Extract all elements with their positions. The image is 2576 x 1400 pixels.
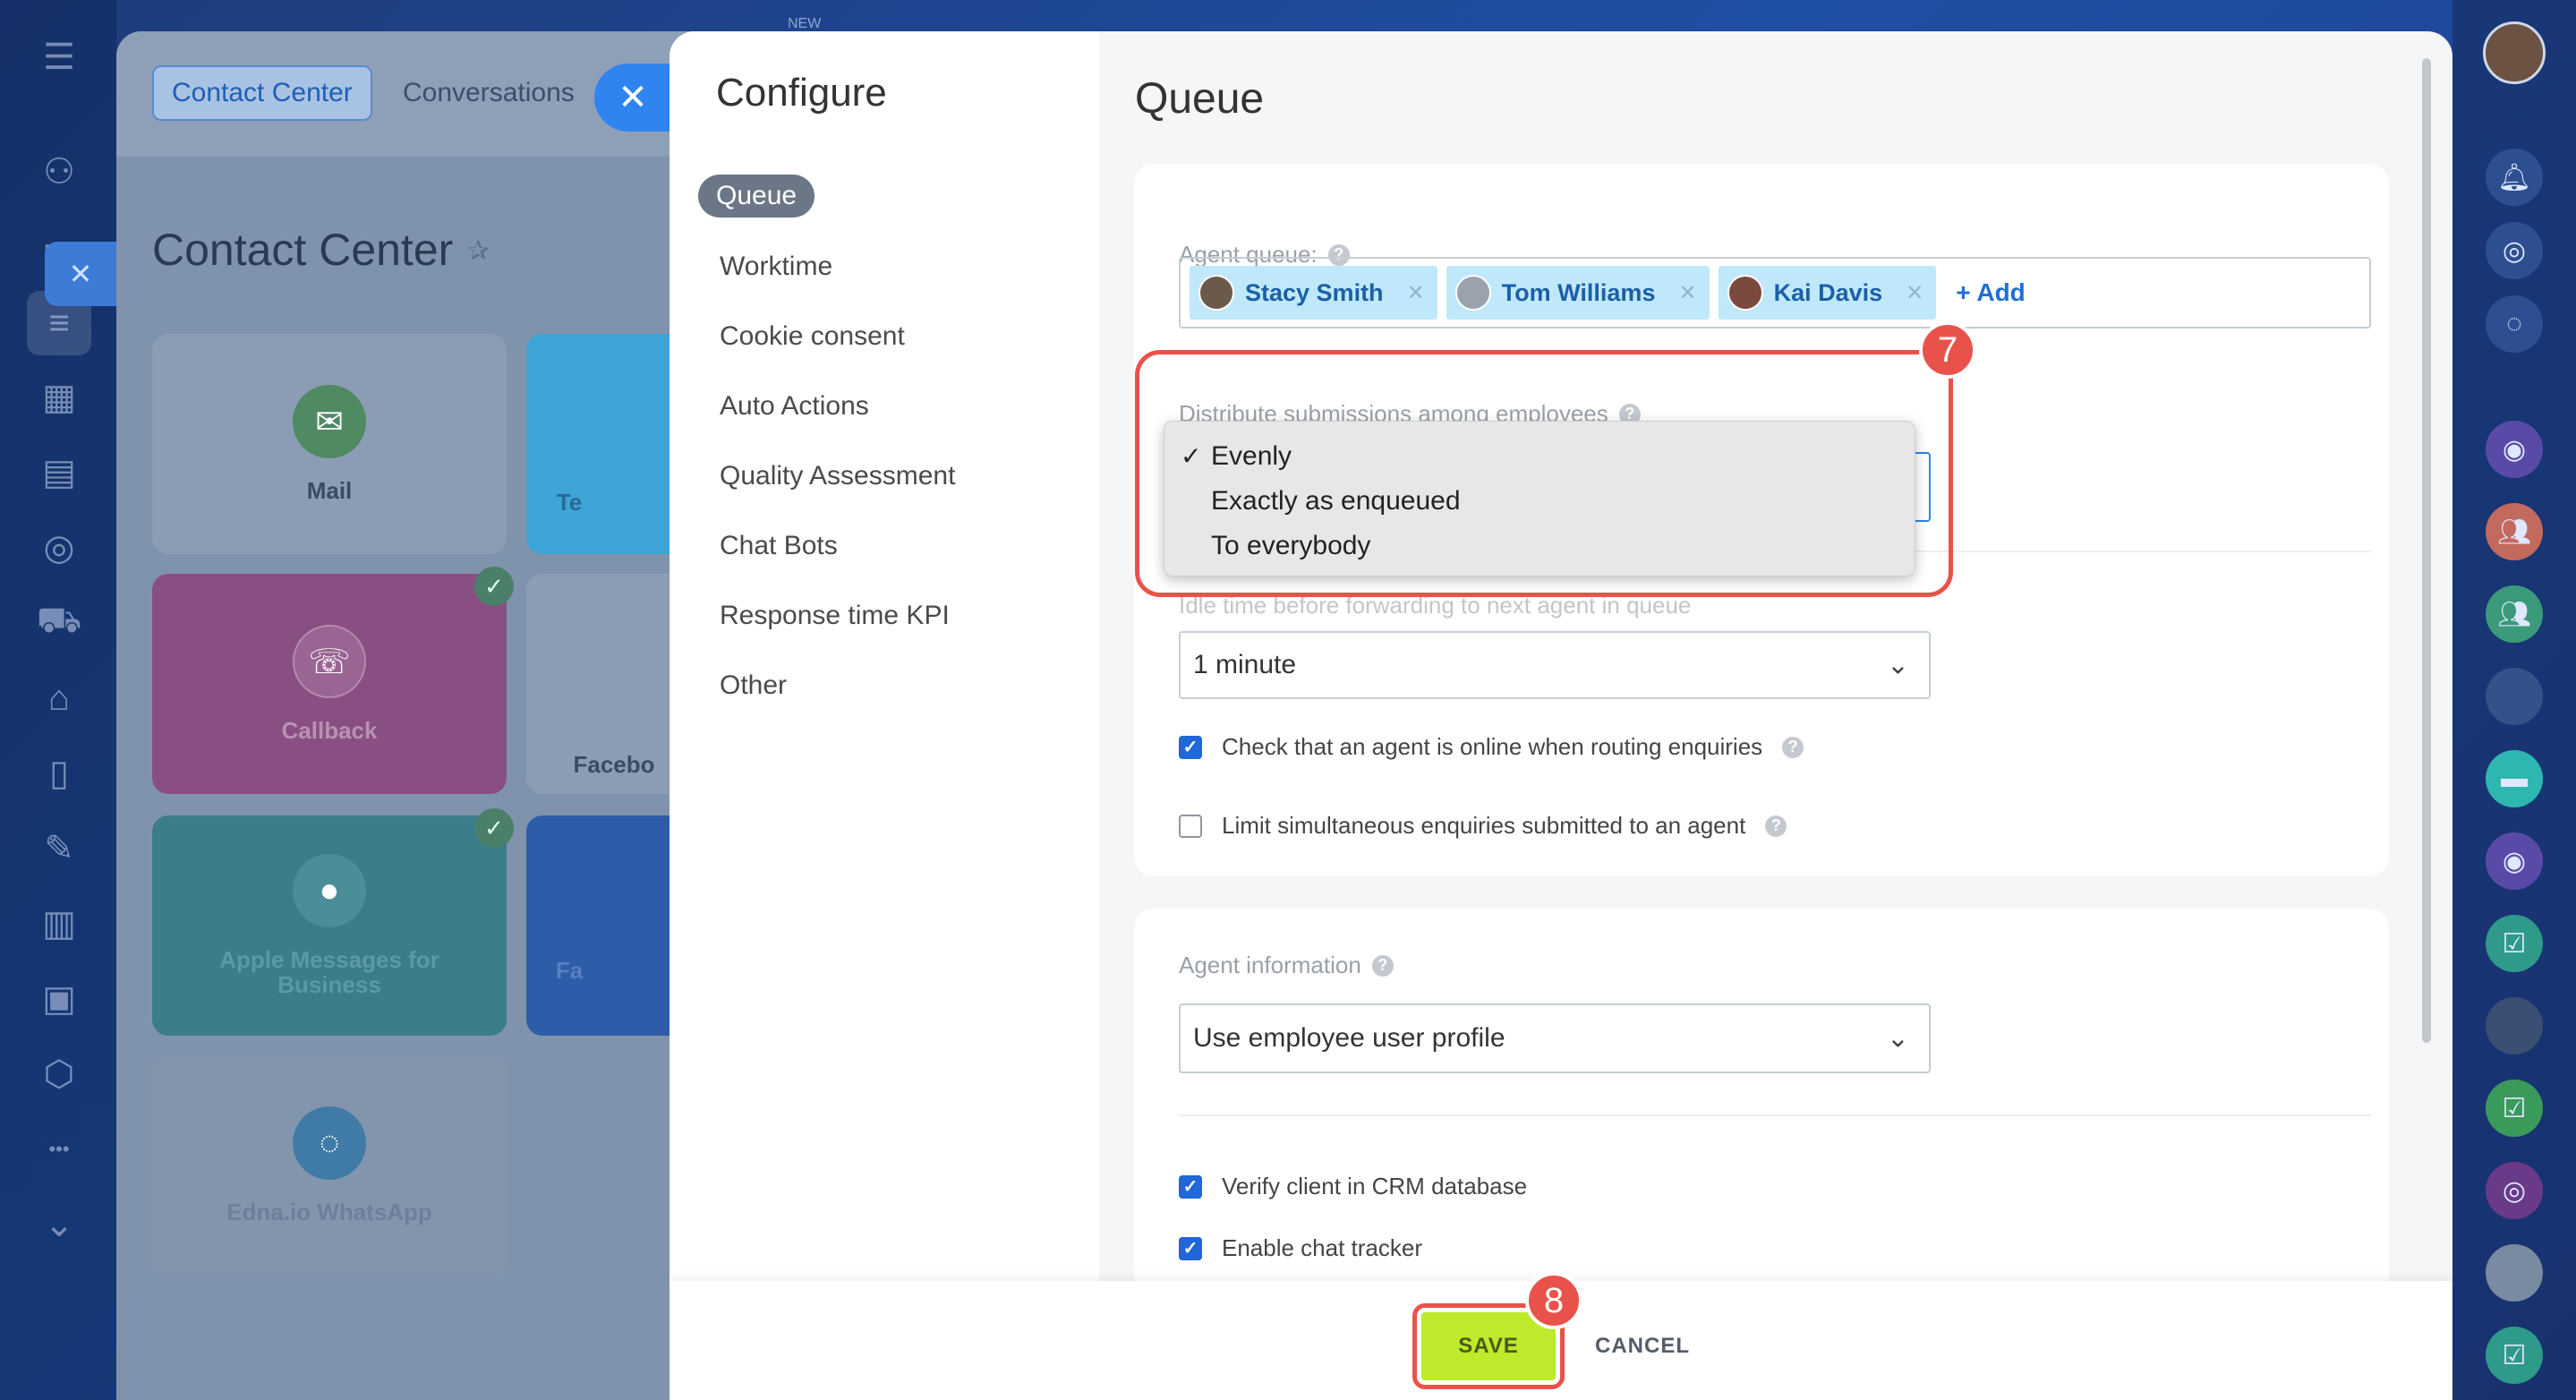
verify-client-row[interactable]: ✓ Verify client in CRM database [1179,1173,1527,1200]
analytics-icon[interactable]: ▥ [34,899,84,949]
remove-icon[interactable]: ✕ [1906,280,1923,306]
chevron-down-icon[interactable]: ⌄ [34,1199,84,1250]
menu-item-queue[interactable]: Queue [698,175,815,218]
agent-chip[interactable]: Tom Williams ✕ [1446,266,1710,320]
support-icon[interactable]: ◎ [2486,1162,2543,1219]
menu-icon[interactable]: ☰ [34,32,84,82]
connected-check-icon: ✓ [474,808,514,848]
agent-info-label: Agent information? [1179,952,1394,979]
remove-icon[interactable]: ✕ [1678,280,1696,306]
search-chat-icon[interactable]: ◌ [2486,295,2543,353]
copilot-icon[interactable]: ◎ [2486,222,2543,279]
scrollbar[interactable] [2422,58,2431,1043]
avatar [1454,275,1491,311]
agent-chip[interactable]: Kai Davis ✕ [1718,266,1937,320]
close-slider-button[interactable]: ✕ [594,64,671,132]
openline-icon[interactable]: ◉ [2486,832,2543,890]
menu-item-chat-bots[interactable]: Chat Bots [720,523,838,569]
cart-icon[interactable]: ⛟ [34,598,84,648]
avatar [1198,275,1234,311]
verify-client-checkbox[interactable]: ✓ [1179,1174,1202,1199]
bot-avatar[interactable] [2486,1244,2543,1302]
page-title: Contact Center [152,225,454,275]
configure-title: Configure [716,71,887,115]
new-badge: NEW [788,16,822,31]
left-nav: ☰ ⚇ ▭ ≡ ▦ ▤ ◎ ⛟ ⌂ ▯ ✎ ▥ ▣ ⬡ ••• ⌄ [0,0,116,1400]
close-icon[interactable]: ✕ [45,242,116,306]
bell-icon[interactable]: 🔔︎ [2486,149,2543,206]
configure-slider: Configure Queue Worktime Cookie consent … [670,31,2452,1400]
chat-tracker-row[interactable]: ✓ Enable chat tracker [1179,1234,1422,1262]
user-avatar[interactable] [2486,997,2543,1054]
task-icon[interactable]: ☑ [2486,1080,2543,1137]
task-icon[interactable]: ☑ [2486,1327,2543,1384]
group-chat-icon[interactable]: 👥︎ [2486,585,2543,643]
limit-enquiries-checkbox[interactable] [1179,814,1202,838]
edna-icon: ◌ [293,1106,366,1180]
agent-queue-field[interactable]: Stacy Smith ✕ Tom Williams ✕ Kai Davis ✕ + … [1179,257,2371,329]
user-avatar[interactable] [2483,21,2546,84]
avatar [1727,275,1763,311]
menu-item-cookie-consent[interactable]: Cookie consent [720,313,905,360]
menu-item-quality-assessment[interactable]: Quality Assessment [720,453,955,499]
cancel-button[interactable]: CANCEL [1584,1312,1701,1380]
help-icon[interactable]: ? [1371,954,1394,977]
target-icon[interactable]: ◎ [34,523,84,573]
agent-chip[interactable]: Stacy Smith ✕ [1190,266,1437,320]
right-bar: 🔔︎ ◎ ◌ ◉ 👥︎ 👥︎ ▬ ◉ ☑ ☑ ◎ ☑ [2452,0,2576,1400]
signature-icon[interactable]: ✎ [34,824,84,874]
mail-icon: ✉ [293,385,366,458]
chat-tracker-checkbox[interactable]: ✓ [1179,1236,1202,1260]
openline-icon[interactable]: ◉ [2486,421,2543,478]
storage-icon[interactable]: ▤ [34,448,84,498]
check-online-checkbox[interactable]: ✓ [1179,735,1202,759]
tile-callback[interactable]: ✓ ☏ Callback [152,567,514,794]
queue-title: Queue [1135,75,1265,123]
limit-enquiries-row[interactable]: Limit simultaneous enquiries submitted t… [1179,812,1787,840]
network-icon[interactable]: ⚇ [34,147,84,197]
remove-icon[interactable]: ✕ [1407,280,1425,306]
help-icon[interactable]: ? [1765,815,1787,837]
message-icon: ● [293,854,366,927]
add-agent-link[interactable]: + Add [1956,278,2026,307]
footer-bar: SAVE 8 CANCEL [670,1272,2452,1400]
menu-item-worktime[interactable]: Worktime [720,243,832,290]
menu-item-auto-actions[interactable]: Auto Actions [720,383,869,430]
check-online-row[interactable]: ✓ Check that an agent is online when rou… [1179,733,1804,761]
chevron-down-icon: ⌄ [1886,650,1909,680]
annotation-badge: 8 [1525,1272,1582,1329]
chevron-down-icon: ⌄ [1886,1023,1909,1054]
more-icon[interactable]: ••• [34,1124,84,1174]
robot-icon[interactable]: ⌂ [34,673,84,723]
annotation-highlight [1135,350,1953,597]
idle-time-select[interactable]: 1 minute ⌄ [1179,631,1931,699]
document-icon[interactable]: ▯ [34,748,84,798]
message-icon[interactable]: ▬ [2486,750,2543,807]
tile-mail[interactable]: ✉ Mail [152,334,507,554]
invoice-icon[interactable]: ▣ [34,974,84,1024]
pin-icon[interactable]: ✰ [467,235,490,267]
help-icon[interactable]: ? [1782,736,1804,758]
tile-apple-messages[interactable]: ✓ ● Apple Messages for Business [152,808,514,1036]
close-icon: ✕ [618,78,648,117]
configure-sidebar: Configure Queue Worktime Cookie consent … [670,31,1099,1400]
phone-icon: ☏ [293,625,366,698]
agent-info-card: Agent information? Use employee user pro… [1134,909,2389,1311]
tab-conversations[interactable]: Conversations [385,65,593,121]
menu-item-other[interactable]: Other [720,662,787,709]
tab-contact-center[interactable]: Contact Center [152,65,372,121]
menu-item-response-time-kpi[interactable]: Response time KPI [720,593,950,639]
group-chat-icon[interactable]: 👥︎ [2486,503,2543,560]
task-icon[interactable]: ☑ [2486,915,2543,972]
user-avatar[interactable] [2486,668,2543,725]
agent-info-select[interactable]: Use employee user profile ⌄ [1179,1003,1931,1073]
tile-edna-whatsapp[interactable]: ◌ Edna.io WhatsApp [152,1055,507,1276]
connected-check-icon: ✓ [474,567,514,606]
annotation-badge: 7 [1919,321,1976,379]
calendar-icon[interactable]: ▦ [34,372,84,423]
box-icon[interactable]: ⬡ [34,1049,84,1099]
